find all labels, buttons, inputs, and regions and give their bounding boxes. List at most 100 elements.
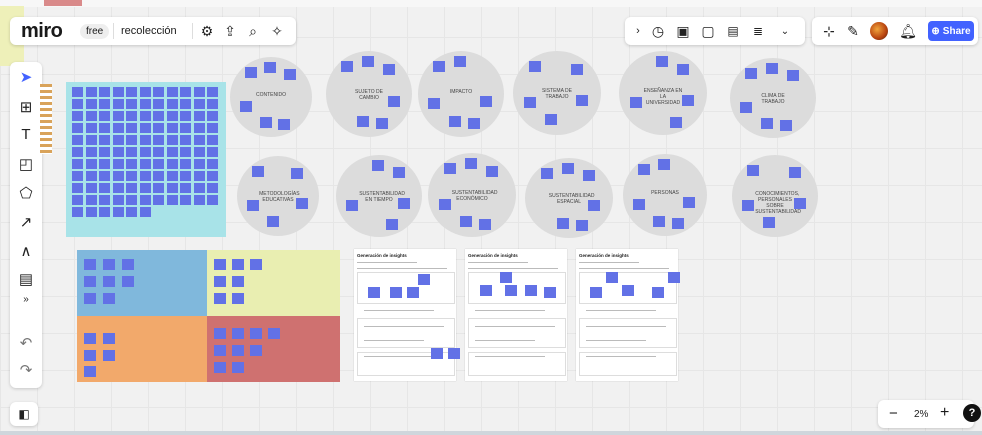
- sticky-note[interactable]: [448, 115, 461, 127]
- sticky-note[interactable]: [682, 94, 695, 106]
- sticky-note[interactable]: [382, 63, 395, 75]
- sticky-note[interactable]: [207, 87, 218, 97]
- sticky-note[interactable]: [139, 123, 151, 133]
- sticky-note[interactable]: [259, 117, 272, 128]
- sticky-note[interactable]: [126, 207, 137, 217]
- sticky-note[interactable]: [467, 118, 480, 130]
- sticky-note[interactable]: [84, 366, 96, 377]
- sticky-note[interactable]: [431, 348, 443, 359]
- sticky-note[interactable]: [588, 199, 601, 211]
- sticky-note[interactable]: [112, 87, 124, 97]
- sticky-note[interactable]: [112, 99, 124, 109]
- sticky-note[interactable]: [193, 183, 205, 193]
- sticky-note[interactable]: [193, 99, 205, 109]
- sticky-note[interactable]: [193, 87, 205, 97]
- sticky-note[interactable]: [72, 195, 83, 205]
- sticky-note[interactable]: [387, 95, 400, 107]
- sticky-note[interactable]: [742, 200, 755, 212]
- gear-icon[interactable]: ⚙: [198, 22, 216, 40]
- sticky-note[interactable]: [760, 118, 773, 129]
- sticky-note[interactable]: [740, 102, 753, 113]
- sticky-note[interactable]: [139, 111, 151, 121]
- sticky-note[interactable]: [214, 345, 226, 356]
- sticky-note[interactable]: [153, 195, 164, 205]
- sticky-note[interactable]: [180, 171, 191, 181]
- redo-icon[interactable]: ↷: [11, 361, 41, 379]
- sticky-note[interactable]: [454, 56, 467, 68]
- sticky-note[interactable]: [180, 147, 191, 157]
- sticky-note[interactable]: [112, 147, 124, 157]
- sticky-note[interactable]: [153, 87, 164, 97]
- sticky-note[interactable]: [139, 171, 151, 181]
- sticky-note[interactable]: [250, 328, 262, 339]
- sticky-note[interactable]: [268, 328, 280, 339]
- sticky-note[interactable]: [72, 159, 83, 169]
- sticky-note[interactable]: [193, 135, 205, 145]
- sticky-note[interactable]: [346, 200, 359, 212]
- sticky-note[interactable]: [745, 67, 758, 79]
- sticky-note[interactable]: [368, 287, 380, 298]
- sticky-note[interactable]: [112, 183, 124, 193]
- sticky-note[interactable]: [486, 165, 499, 177]
- sticky-note[interactable]: [193, 147, 205, 157]
- sticky-note[interactable]: [85, 171, 97, 181]
- sticky-note[interactable]: [207, 135, 218, 145]
- sticky-note[interactable]: [84, 276, 96, 287]
- sticky-note[interactable]: [180, 123, 191, 133]
- sticky-note[interactable]: [122, 259, 134, 270]
- sticky-note[interactable]: [652, 287, 664, 298]
- sticky-note[interactable]: [112, 195, 124, 205]
- sticky-note[interactable]: [99, 135, 110, 145]
- sticky-note[interactable]: [112, 171, 124, 181]
- sticky-note[interactable]: [180, 195, 191, 205]
- avatar[interactable]: [870, 22, 888, 40]
- bell-icon[interactable]: 🔔︎: [899, 22, 917, 40]
- sticky-note[interactable]: [244, 66, 257, 78]
- sticky-note[interactable]: [341, 61, 354, 73]
- sticky-note[interactable]: [72, 147, 83, 157]
- sticky-note[interactable]: [99, 147, 110, 157]
- share-button[interactable]: ⊕ Share: [928, 21, 974, 41]
- chevron-right-icon[interactable]: ›: [629, 22, 647, 40]
- sticky-note[interactable]: [166, 99, 178, 109]
- sticky-note[interactable]: [85, 207, 97, 217]
- sticky-note[interactable]: [153, 111, 164, 121]
- sticky-note[interactable]: [126, 159, 137, 169]
- sticky-note[interactable]: [505, 285, 517, 296]
- sticky-note[interactable]: [433, 61, 446, 73]
- sticky-note[interactable]: [99, 171, 110, 181]
- sticky-note[interactable]: [103, 350, 115, 361]
- select-icon[interactable]: ➤: [11, 68, 41, 86]
- sticky-note[interactable]: [668, 272, 680, 283]
- sticky-note[interactable]: [671, 217, 684, 229]
- sticky-note[interactable]: [72, 87, 83, 97]
- pen-icon[interactable]: ↗: [11, 213, 41, 231]
- sticky-note[interactable]: [214, 293, 226, 304]
- sticky-note[interactable]: [166, 111, 178, 121]
- quadrant-blue[interactable]: [77, 250, 207, 316]
- sticky-note[interactable]: [103, 293, 115, 304]
- plan-badge[interactable]: free: [80, 24, 110, 39]
- sticky-note[interactable]: [99, 207, 110, 217]
- sticky-icon[interactable]: ◰: [11, 155, 41, 173]
- sticky-note[interactable]: [99, 111, 110, 121]
- sticky-note[interactable]: [153, 171, 164, 181]
- sticky-note[interactable]: [622, 285, 634, 296]
- sticky-note[interactable]: [85, 87, 97, 97]
- sticky-note[interactable]: [166, 135, 178, 145]
- sticky-note[interactable]: [112, 135, 124, 145]
- sticky-note[interactable]: [232, 345, 244, 356]
- sticky-note[interactable]: [166, 183, 178, 193]
- sticky-note[interactable]: [126, 123, 137, 133]
- sticky-note[interactable]: [103, 259, 115, 270]
- sticky-note[interactable]: [576, 220, 589, 232]
- sticky-note[interactable]: [85, 183, 97, 193]
- shapes-icon[interactable]: ⬠: [11, 184, 41, 202]
- miro-logo[interactable]: miro: [21, 20, 63, 43]
- panel-toggle[interactable]: ◧: [10, 402, 38, 426]
- sticky-note[interactable]: [153, 147, 164, 157]
- frame-icon[interactable]: ⊞: [11, 98, 41, 116]
- sticky-note[interactable]: [180, 183, 191, 193]
- sticky-note[interactable]: [284, 69, 297, 80]
- sticky-note[interactable]: [166, 195, 178, 205]
